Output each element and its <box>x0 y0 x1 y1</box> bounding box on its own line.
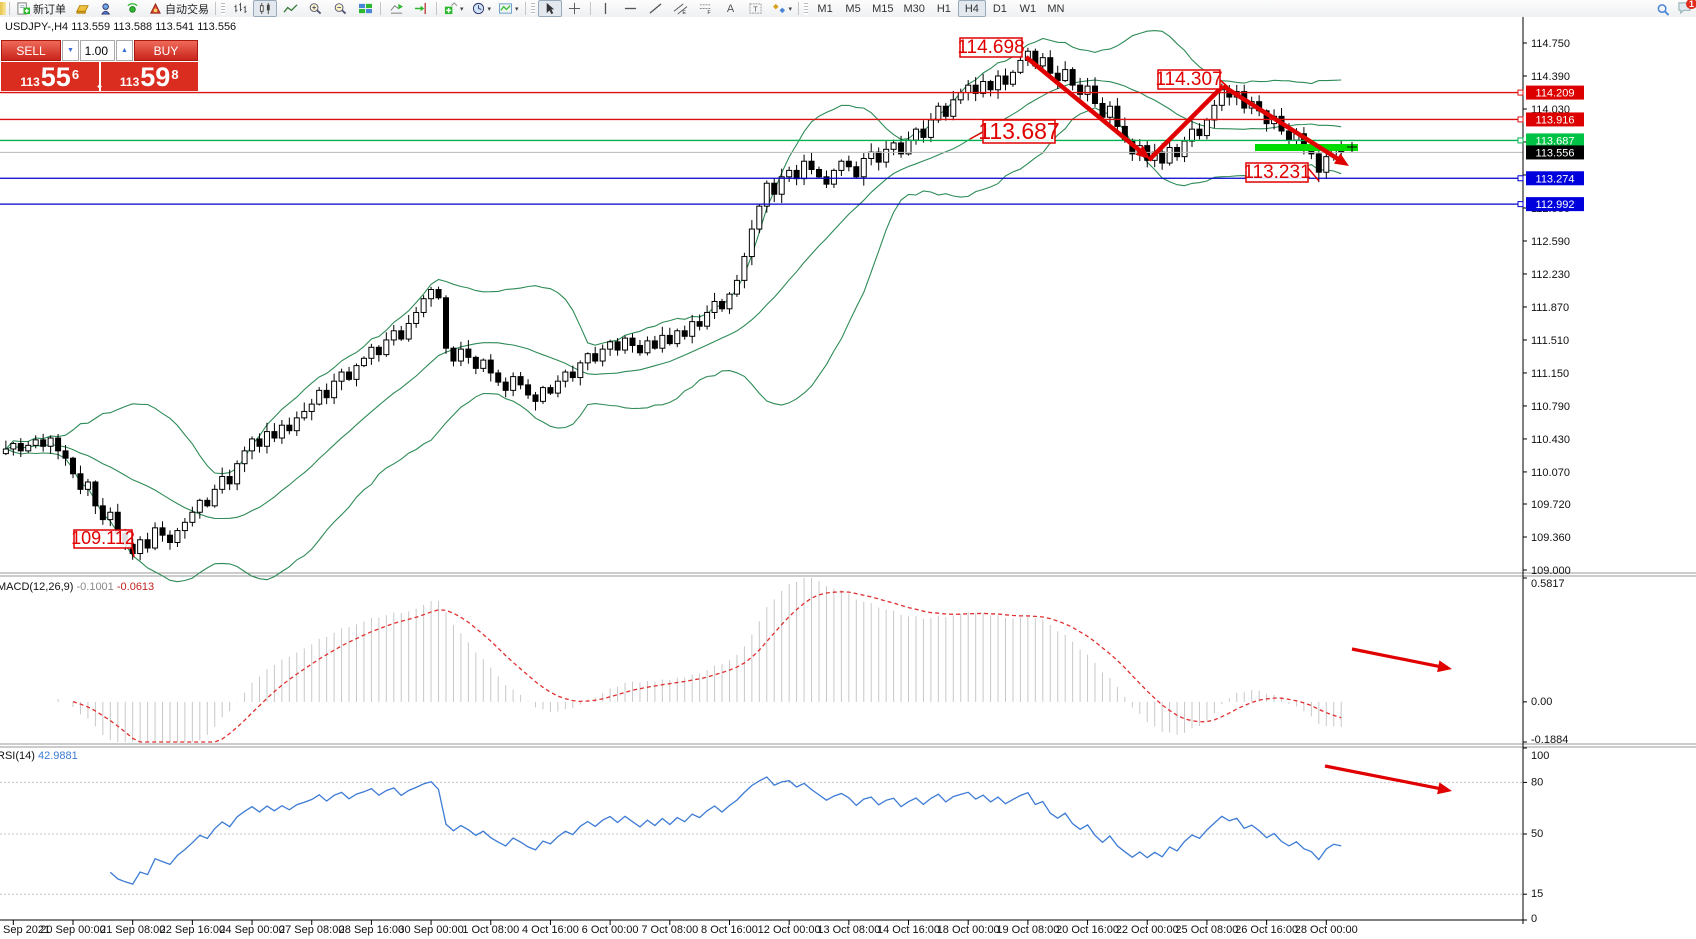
price-badge-113.274: 113.274 <box>1518 171 1584 185</box>
svg-text:28 Sep 16:00: 28 Sep 16:00 <box>339 924 404 936</box>
volume-input[interactable]: 1.00 <box>80 40 115 61</box>
sell-price-big: 55 <box>41 65 71 90</box>
svg-text:100: 100 <box>1531 750 1549 762</box>
sell-button[interactable]: SELL <box>1 40 61 61</box>
svg-text:114.750: 114.750 <box>1531 38 1570 50</box>
svg-text:113.231: 113.231 <box>1243 162 1310 183</box>
one-click-trading-widget: SELL ▼ 1.00 ▲ BUY 113 55 6 113 59 8 ◆ <box>1 40 198 91</box>
price-badge-112.992: 112.992 <box>1518 197 1584 211</box>
buy-price-prefix: 113 <box>120 74 139 90</box>
highlight-green-bar <box>1255 144 1358 151</box>
macd-label: MACD(12,26,9) -0.1001 -0.0613 <box>0 581 154 593</box>
svg-text:6 Oct 00:00: 6 Oct 00:00 <box>582 924 639 936</box>
svg-text:14 Oct 16:00: 14 Oct 16:00 <box>877 924 940 936</box>
svg-text:21 Sep 08:00: 21 Sep 08:00 <box>100 924 165 936</box>
sell-price-panel[interactable]: 113 55 6 <box>1 62 99 91</box>
price-badge-113.556: 113.556 <box>1526 145 1584 159</box>
svg-text:13 Oct 08:00: 13 Oct 08:00 <box>817 924 880 936</box>
buy-price-panel[interactable]: 113 59 8 <box>101 62 199 91</box>
svg-text:26 Oct 16:00: 26 Oct 16:00 <box>1235 924 1298 936</box>
svg-text:1 Oct 08:00: 1 Oct 08:00 <box>462 924 519 936</box>
svg-text:0.00: 0.00 <box>1531 696 1552 708</box>
svg-text:112.590: 112.590 <box>1531 236 1570 248</box>
svg-text:0.5817: 0.5817 <box>1531 578 1565 590</box>
svg-text:8 Oct 16:00: 8 Oct 16:00 <box>701 924 758 936</box>
svg-text:111.510: 111.510 <box>1531 335 1569 347</box>
svg-text:111.150: 111.150 <box>1531 368 1569 380</box>
buy-price-big: 59 <box>140 65 170 90</box>
annotation-label-113.231: 113.231 <box>1243 162 1319 183</box>
annotation-label-114.698: 114.698 <box>957 37 1024 58</box>
svg-text:113.916: 113.916 <box>1536 114 1575 126</box>
svg-text:30 Sep 00:00: 30 Sep 00:00 <box>398 924 463 936</box>
rsi-label: RSI(14) 42.9881 <box>0 750 78 762</box>
price-badge-114.209: 114.209 <box>1518 86 1584 100</box>
svg-text:110.070: 110.070 <box>1531 467 1570 479</box>
svg-text:24 Sep 00:00: 24 Sep 00:00 <box>219 924 284 936</box>
svg-text:22 Oct 00:00: 22 Oct 00:00 <box>1116 924 1179 936</box>
chart-canvas[interactable]: 114.750114.390114.030113.670113.310112.9… <box>0 0 1696 939</box>
svg-text:110.430: 110.430 <box>1531 434 1570 446</box>
svg-text:50: 50 <box>1531 828 1543 840</box>
sell-price-prefix: 113 <box>20 74 39 90</box>
buy-button[interactable]: BUY <box>134 40 198 61</box>
svg-text:20 Oct 16:00: 20 Oct 16:00 <box>1056 924 1119 936</box>
svg-text:114.307: 114.307 <box>1155 69 1222 90</box>
svg-text:110.790: 110.790 <box>1531 401 1570 413</box>
chart-title: USDJPY-,H4 113.559 113.588 113.541 113.5… <box>5 21 236 33</box>
volume-increase-spinner[interactable]: ▲ <box>116 40 133 61</box>
price-badge-113.687: 113.687 <box>1518 133 1584 147</box>
svg-text:111.870: 111.870 <box>1531 302 1569 314</box>
svg-text:12 Oct 00:00: 12 Oct 00:00 <box>758 924 821 936</box>
svg-text:113.556: 113.556 <box>1536 147 1575 159</box>
svg-text:80: 80 <box>1531 776 1543 788</box>
svg-text:20 Sep 00:00: 20 Sep 00:00 <box>40 924 105 936</box>
svg-text:114.698: 114.698 <box>957 37 1024 58</box>
svg-text:109.000: 109.000 <box>1531 565 1571 577</box>
svg-text:25 Oct 08:00: 25 Oct 08:00 <box>1175 924 1238 936</box>
svg-text:18 Oct 00:00: 18 Oct 00:00 <box>937 924 1000 936</box>
buy-price-pip: 8 <box>171 60 178 90</box>
svg-text:7 Oct 08:00: 7 Oct 08:00 <box>641 924 698 936</box>
spread-diamond-icon: ◆ <box>97 83 102 90</box>
volume-decrease-spinner[interactable]: ▼ <box>62 40 79 61</box>
sell-price-pip: 6 <box>72 60 79 90</box>
svg-text:109.360: 109.360 <box>1531 532 1571 544</box>
svg-text:22 Sep 16:00: 22 Sep 16:00 <box>160 924 225 936</box>
svg-text:113.687: 113.687 <box>978 118 1059 144</box>
svg-text:15: 15 <box>1531 888 1543 900</box>
svg-text:4 Oct 16:00: 4 Oct 16:00 <box>522 924 579 936</box>
svg-text:0: 0 <box>1531 913 1537 925</box>
svg-text:28 Oct 00:00: 28 Oct 00:00 <box>1295 924 1358 936</box>
svg-text:114.390: 114.390 <box>1531 71 1570 83</box>
svg-text:112.230: 112.230 <box>1531 269 1570 281</box>
svg-text:114.209: 114.209 <box>1536 88 1575 100</box>
annotation-label-114.307: 114.307 <box>1155 69 1228 90</box>
svg-text:112.992: 112.992 <box>1536 199 1575 211</box>
svg-text:109.112: 109.112 <box>71 528 135 548</box>
svg-text:-0.1884: -0.1884 <box>1531 734 1568 746</box>
svg-text:27 Sep 08:00: 27 Sep 08:00 <box>279 924 344 936</box>
mt4-window: 新订单 自动交易 <box>0 0 1696 939</box>
svg-text:19 Oct 08:00: 19 Oct 08:00 <box>996 924 1059 936</box>
price-badge-113.916: 113.916 <box>1518 112 1584 126</box>
svg-text:109.720: 109.720 <box>1531 499 1571 511</box>
annotation-label-113.687: 113.687 <box>970 118 1060 144</box>
svg-text:113.274: 113.274 <box>1536 173 1575 185</box>
